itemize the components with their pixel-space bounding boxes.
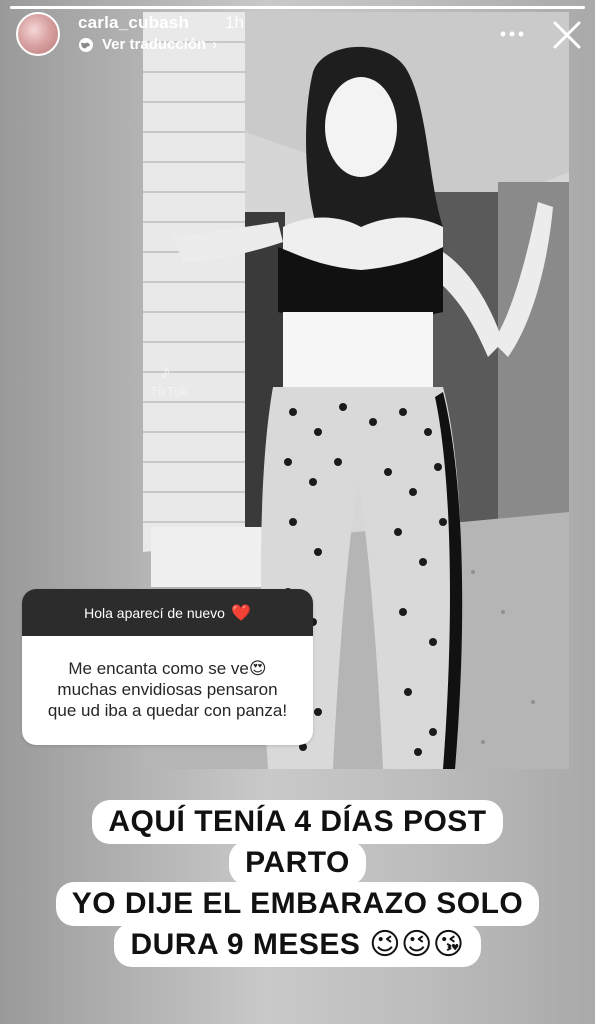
story-caption: AQUÍ TENÍA 4 DÍAS POST PARTO YO DIJE EL …	[0, 800, 595, 967]
heart-icon: ❤️	[230, 604, 251, 622]
story-progress-fill	[10, 6, 585, 9]
caption-line: PARTO	[229, 841, 366, 885]
caption-line: DURA 9 MESES 😉😉😘	[114, 923, 481, 967]
chevron-right-icon: ›	[212, 36, 218, 53]
watermark-text: TikTok	[150, 384, 188, 399]
answer-line: Me encanta como se ve😍	[68, 659, 267, 678]
caption-line: YO DIJE EL EMBARAZO SOLO	[55, 882, 540, 926]
profile-avatar[interactable]	[16, 12, 60, 56]
close-icon[interactable]	[550, 18, 584, 52]
globe-icon	[79, 37, 93, 52]
question-text: Hola aparecí de nuevo	[84, 604, 225, 621]
answer-line: que ud iba a quedar con panza!	[47, 701, 288, 720]
tiktok-watermark: ♪ TikTok	[150, 358, 187, 399]
question-sticker[interactable]: Hola aparecí de nuevo ❤️ Me encanta como…	[22, 589, 313, 745]
more-options-icon[interactable]	[498, 22, 526, 46]
tiktok-note-icon: ♪	[160, 358, 171, 383]
question-answer: Me encanta como se ve😍 muchas envidiosas…	[22, 636, 313, 721]
answer-line: muchas envidiosas pensaron	[57, 680, 278, 699]
story-username[interactable]: carla_cubash	[78, 13, 189, 33]
story-progress-bar	[10, 6, 585, 9]
caption-line: AQUÍ TENÍA 4 DÍAS POST	[92, 800, 503, 844]
question-header: Hola aparecí de nuevo ❤️	[22, 589, 313, 636]
see-translation-link[interactable]: Ver traducción ›	[78, 36, 217, 53]
story-timestamp: 1h	[225, 13, 244, 32]
see-translation-label: Ver traducción	[102, 36, 207, 53]
